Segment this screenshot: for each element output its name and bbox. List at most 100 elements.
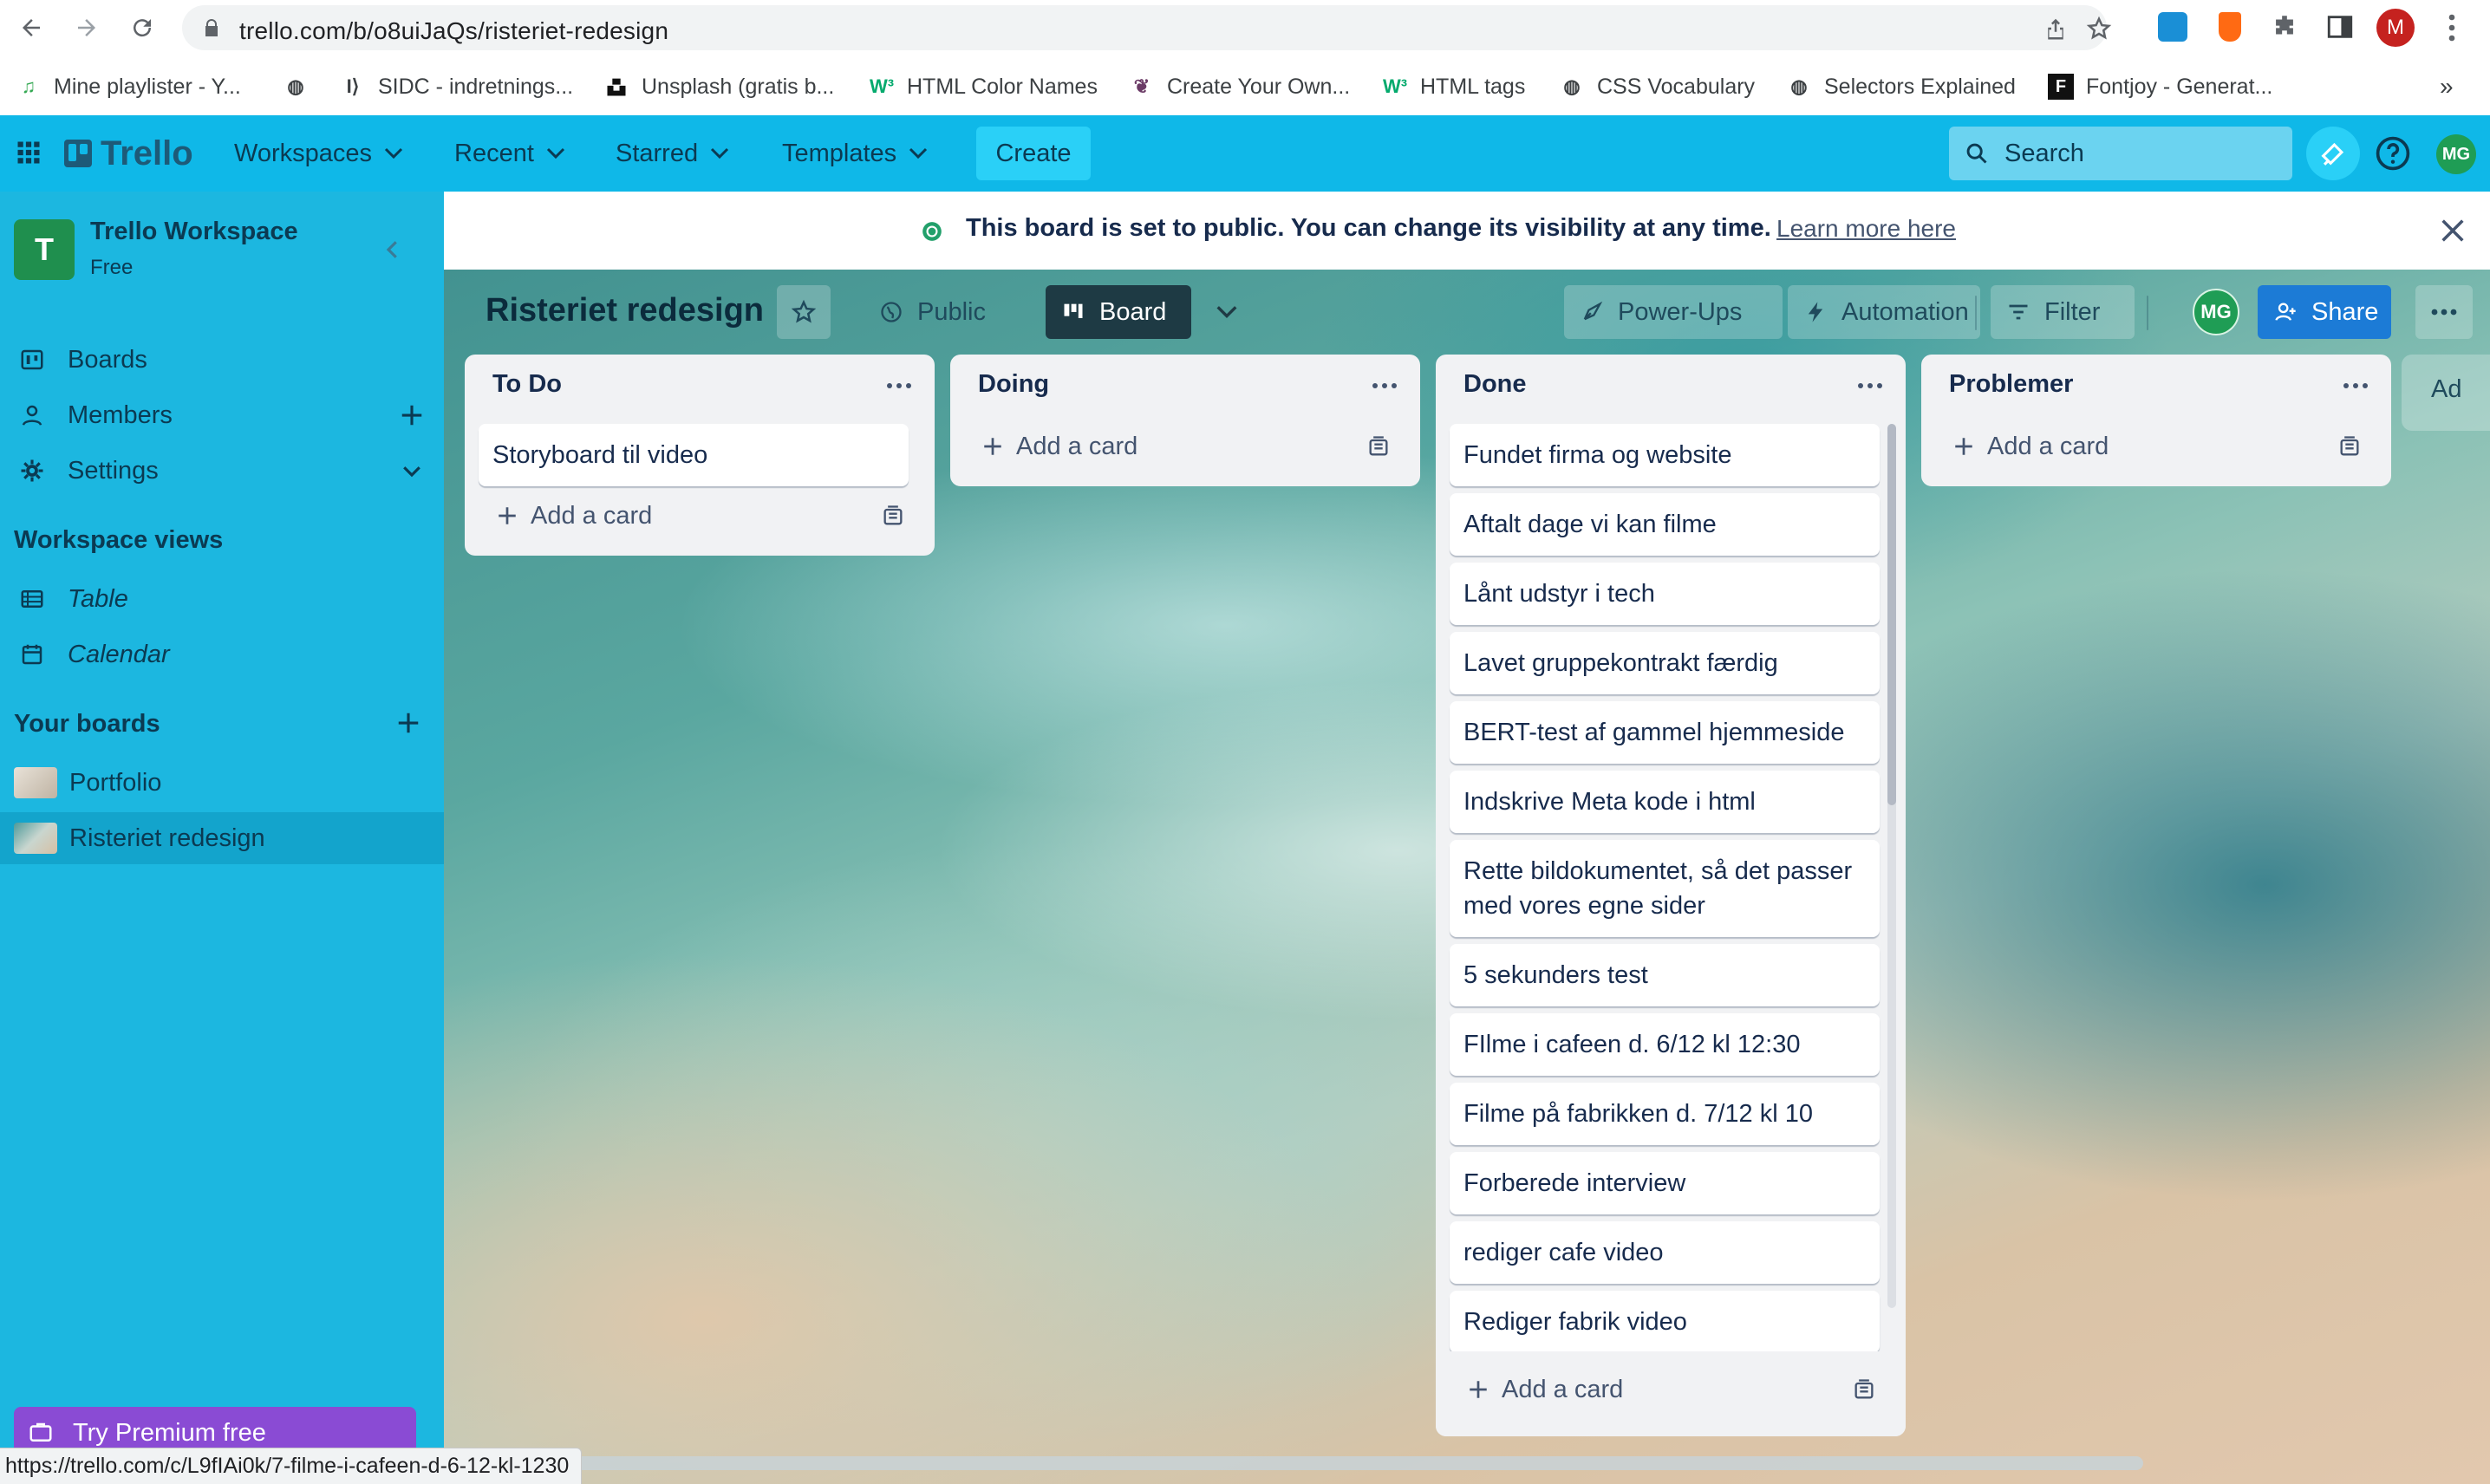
bookmark-item[interactable]: ◍ xyxy=(283,64,321,109)
card[interactable]: Lånt udstyr i tech xyxy=(1450,563,1880,625)
learn-more-link[interactable]: Learn more here xyxy=(1776,215,1956,243)
search-input[interactable]: Search xyxy=(1949,127,2292,180)
star-bookmark-icon[interactable] xyxy=(2086,16,2112,42)
side-panel-icon[interactable] xyxy=(2325,12,2355,42)
add-card-button[interactable]: Add a card xyxy=(1450,1367,1892,1412)
board-canvas: This board is set to public. You can cha… xyxy=(444,192,2490,1484)
menu-recent[interactable]: Recent xyxy=(454,131,565,176)
chevron-left-icon[interactable] xyxy=(380,237,406,263)
list-scrollbar[interactable] xyxy=(1887,424,1896,1308)
scrollbar-thumb[interactable] xyxy=(444,1456,2143,1470)
bookmark-item[interactable]: ◍ CSS Vocabulary xyxy=(1559,64,1755,109)
address-bar[interactable]: trello.com/b/o8uiJaQs/risteriet-redesign xyxy=(182,5,2112,50)
add-card-button[interactable]: Add a card xyxy=(964,424,1406,469)
trello-logo[interactable]: Trello xyxy=(64,133,193,174)
url-text[interactable]: trello.com/b/o8uiJaQs/risteriet-redesign xyxy=(239,17,668,45)
profile-avatar[interactable]: M xyxy=(2376,9,2415,47)
board-view-button[interactable]: Board xyxy=(1046,285,1191,339)
add-card-button[interactable]: Add a card xyxy=(479,493,921,538)
sidebar-board-portfolio[interactable]: Portfolio xyxy=(0,757,444,809)
puzzle-extensions-icon[interactable] xyxy=(2270,12,2299,42)
card[interactable]: Indskrive Meta kode i html xyxy=(1450,771,1880,833)
back-arrow-icon[interactable] xyxy=(14,10,49,45)
notifications-button[interactable] xyxy=(2306,127,2360,180)
list-title[interactable]: Done xyxy=(1463,370,1527,399)
app-switcher-icon[interactable] xyxy=(16,140,42,166)
close-icon[interactable] xyxy=(2438,216,2467,245)
lock-icon[interactable] xyxy=(201,17,222,38)
sidebar-item-calendar[interactable]: Calendar xyxy=(0,628,444,680)
bookmark-item[interactable]: W³ HTML tags xyxy=(1382,64,1525,109)
bookmark-item[interactable]: I⟩ SIDC - indretnings... xyxy=(340,64,573,109)
power-ups-button[interactable]: Power-Ups xyxy=(1564,285,1783,339)
list-more-icon[interactable] xyxy=(2343,377,2369,394)
card[interactable]: 5 sekunders test xyxy=(1450,944,1880,1006)
workspace-name[interactable]: Trello Workspace xyxy=(90,218,298,246)
board-horizontal-scrollbar[interactable] xyxy=(444,1453,2490,1472)
chevron-down-icon[interactable] xyxy=(399,458,425,484)
list-title[interactable]: Doing xyxy=(978,370,1049,399)
card[interactable]: Forberede interview xyxy=(1450,1152,1880,1214)
views-dropdown-button[interactable] xyxy=(1200,285,1254,339)
card[interactable]: Filme på fabrikken d. 7/12 kl 10 xyxy=(1450,1083,1880,1145)
plus-icon[interactable] xyxy=(399,402,425,428)
board-title[interactable]: Risteriet redesign xyxy=(486,292,764,329)
help-icon[interactable] xyxy=(2374,134,2412,172)
sidebar-board-risteriet[interactable]: Risteriet redesign xyxy=(0,812,444,864)
person-icon xyxy=(22,405,42,426)
board-menu-button[interactable] xyxy=(2415,285,2473,339)
user-avatar[interactable]: MG xyxy=(2436,134,2476,174)
sidebar-item-table[interactable]: Table xyxy=(0,573,444,625)
browser-menu-icon[interactable] xyxy=(2441,12,2462,43)
share-button[interactable]: Share xyxy=(2258,285,2391,339)
card[interactable]: Storyboard til video xyxy=(479,424,909,486)
star-board-button[interactable] xyxy=(777,285,831,339)
plus-icon xyxy=(984,438,1001,455)
list-more-icon[interactable] xyxy=(1372,377,1398,394)
share-page-icon[interactable] xyxy=(2043,16,2069,42)
visibility-button[interactable]: Public xyxy=(864,285,997,339)
cloud-extension-icon[interactable] xyxy=(2158,12,2187,42)
card-template-icon[interactable] xyxy=(1366,434,1391,459)
list-more-icon[interactable] xyxy=(1857,377,1883,394)
list-title[interactable]: To Do xyxy=(492,370,562,399)
card-template-icon[interactable] xyxy=(2337,434,2362,459)
more-bookmarks-button[interactable]: » xyxy=(2440,64,2454,109)
sidebar-item-boards[interactable]: Boards xyxy=(0,334,444,386)
card[interactable]: BERT-test af gammel hjemmeside xyxy=(1450,701,1880,764)
bookmark-item[interactable]: ❦ Create Your Own... xyxy=(1129,64,1350,109)
card[interactable]: Rette bildokumentet, så det passer med v… xyxy=(1450,840,1880,937)
menu-templates[interactable]: Templates xyxy=(782,131,928,176)
menu-workspaces[interactable]: Workspaces xyxy=(234,131,403,176)
forward-arrow-icon[interactable] xyxy=(69,10,104,45)
brave-extension-icon[interactable] xyxy=(2219,12,2241,42)
bookmark-item[interactable]: ♫ Mine playlister - Y... xyxy=(16,64,241,109)
bookmark-item[interactable]: Unsplash (gratis b... xyxy=(603,64,834,109)
board-member-avatar[interactable]: MG xyxy=(2193,289,2239,335)
bookmark-item[interactable]: W³ HTML Color Names xyxy=(869,64,1098,109)
plus-icon[interactable] xyxy=(395,710,421,736)
scrollbar-thumb[interactable] xyxy=(1887,424,1896,805)
menu-starred[interactable]: Starred xyxy=(616,131,729,176)
card[interactable]: Fundet firma og website xyxy=(1450,424,1880,486)
filter-button[interactable]: Filter xyxy=(1991,285,2135,339)
card-template-icon[interactable] xyxy=(1852,1377,1876,1402)
create-button[interactable]: Create xyxy=(976,127,1091,180)
card[interactable]: rediger cafe video xyxy=(1450,1221,1880,1284)
card[interactable]: FIlme i cafeen d. 6/12 kl 12:30 xyxy=(1450,1013,1880,1076)
bookmark-item[interactable]: F Fontjoy - Generat... xyxy=(2048,64,2272,109)
card[interactable]: Rediger fabrik video xyxy=(1450,1291,1880,1353)
sidebar-item-members[interactable]: Members xyxy=(0,389,444,441)
card[interactable]: Aftalt dage vi kan filme xyxy=(1450,493,1880,556)
automation-button[interactable]: Automation xyxy=(1788,285,1980,339)
list-title[interactable]: Problemer xyxy=(1949,370,2073,399)
workspace-badge[interactable]: T xyxy=(14,219,75,280)
card-template-icon[interactable] xyxy=(881,504,905,528)
add-card-button[interactable]: Add a card xyxy=(1935,424,2377,469)
list-more-icon[interactable] xyxy=(886,377,912,394)
sidebar-item-settings[interactable]: Settings xyxy=(0,445,444,497)
bookmark-item[interactable]: ◍ Selectors Explained xyxy=(1786,64,2016,109)
add-list-button[interactable]: Ad xyxy=(2402,355,2490,431)
reload-icon[interactable] xyxy=(125,10,160,45)
card[interactable]: Lavet gruppekontrakt færdig xyxy=(1450,632,1880,694)
